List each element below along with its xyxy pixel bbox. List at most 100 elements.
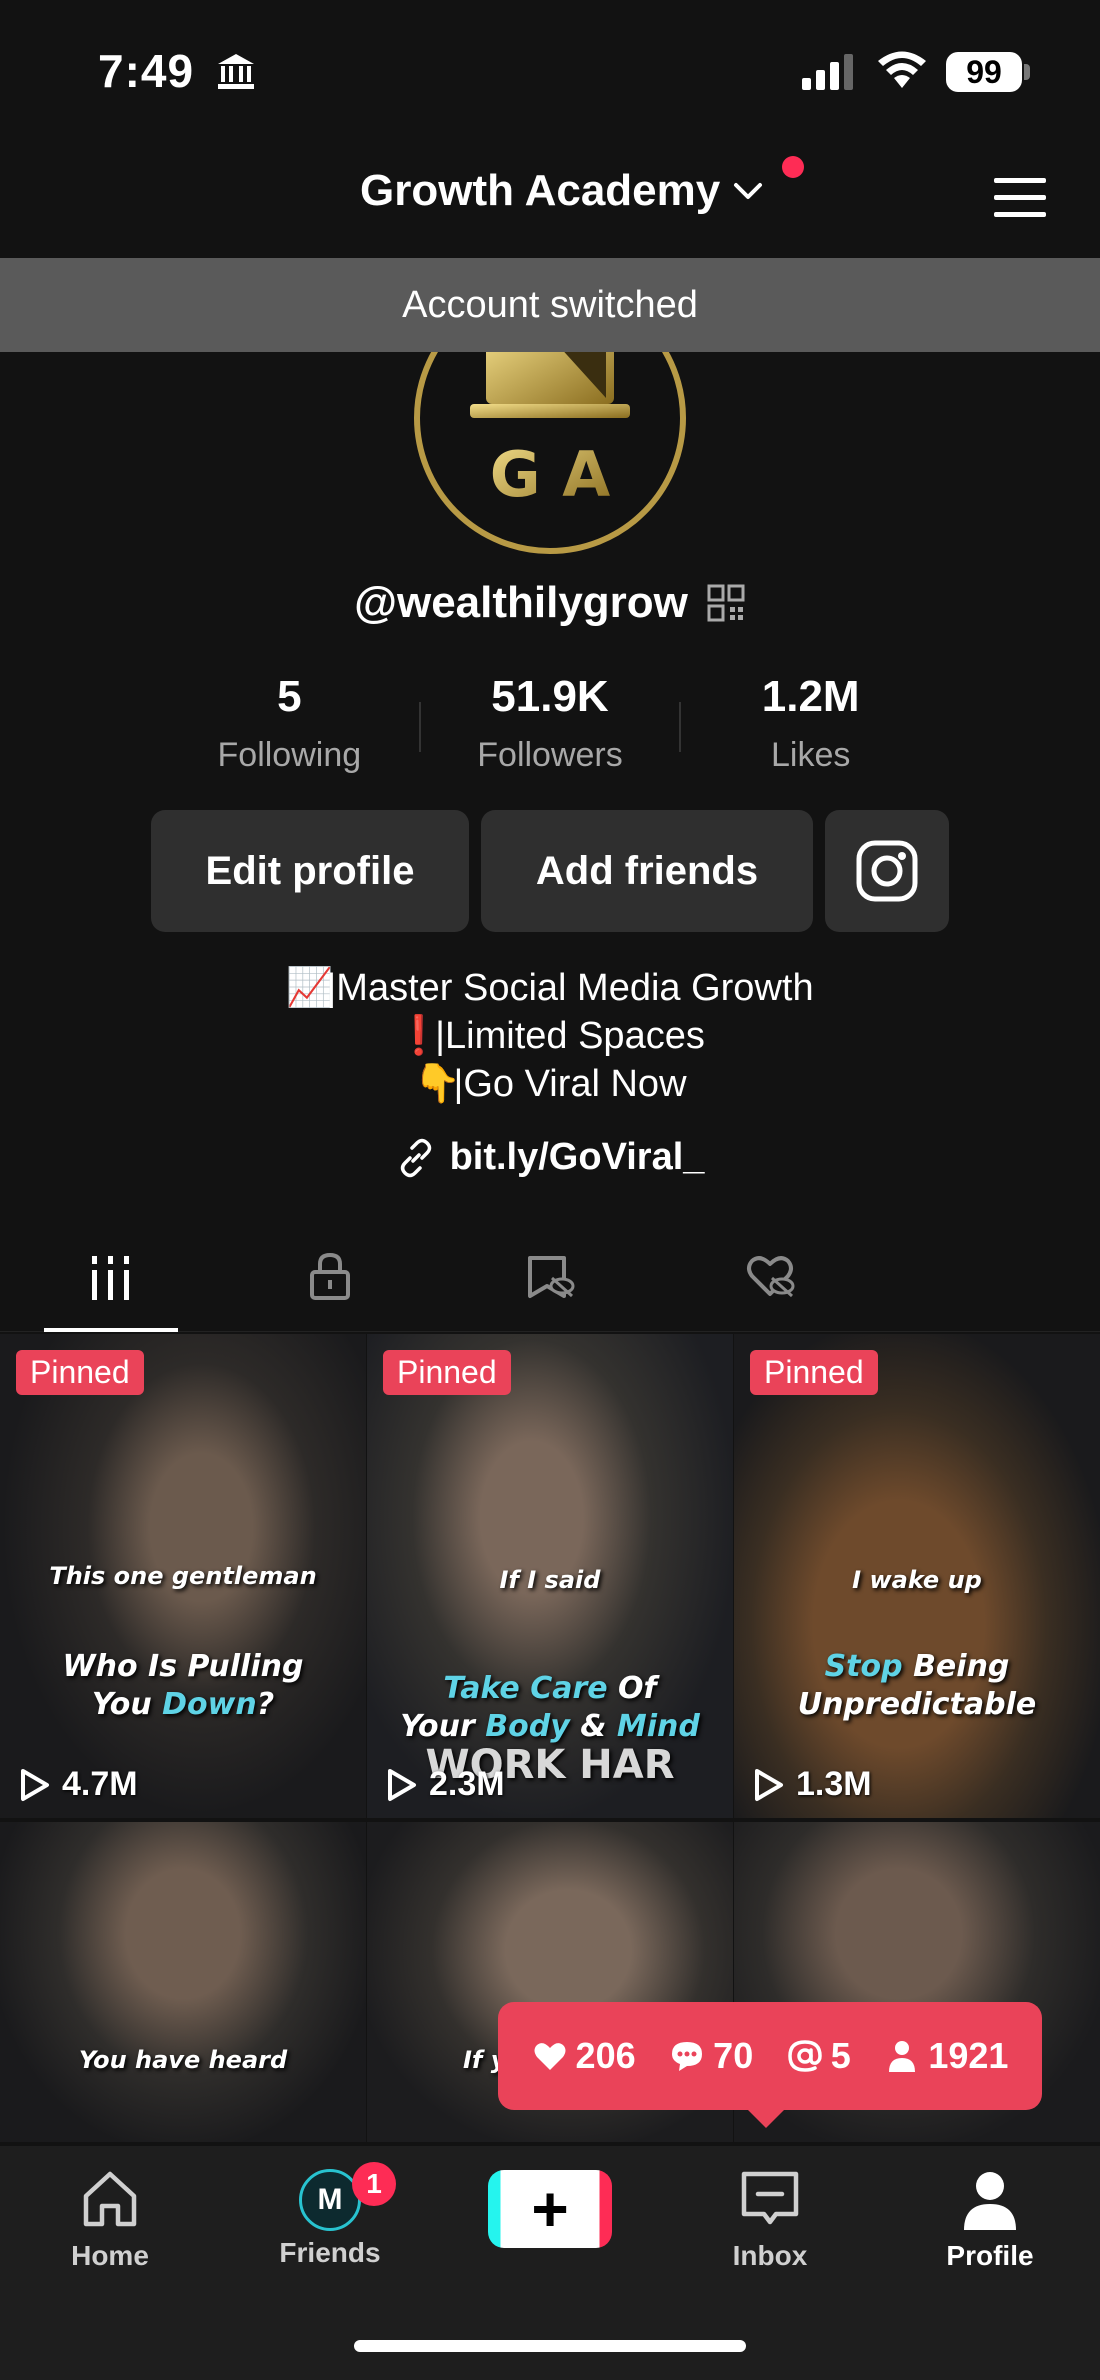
- caption-text: Unpredictable: [797, 1687, 1037, 1722]
- videos-grid-icon: [92, 1256, 129, 1300]
- view-count: 2.3M: [383, 1765, 505, 1804]
- followers-label: Followers: [477, 736, 623, 774]
- pinned-badge: Pinned: [16, 1350, 144, 1395]
- profile-stats: 5 Following 51.9K Followers 1.2M Likes: [160, 672, 940, 782]
- content-tabs: [0, 1220, 1100, 1332]
- qr-code-icon[interactable]: [706, 583, 746, 623]
- lock-icon: [310, 1252, 350, 1300]
- create-button[interactable]: +: [488, 2170, 612, 2248]
- nav-friends[interactable]: M 1 Friends: [250, 2162, 410, 2269]
- activity-comments: 70: [669, 2035, 753, 2077]
- view-count-text: 1.3M: [796, 1765, 872, 1803]
- bio-line: ❗|Limited Spaces: [0, 1012, 1100, 1060]
- bio-link[interactable]: bit.ly/GoViral_: [0, 1136, 1100, 1179]
- stat-followers[interactable]: 51.9K Followers: [421, 672, 680, 782]
- caption-accent: Mind: [616, 1709, 700, 1744]
- add-friends-button[interactable]: Add friends: [481, 810, 813, 932]
- profile-header: Growth Academy: [0, 150, 1100, 260]
- caption-accent: Stop: [824, 1649, 903, 1684]
- video-thumbnail[interactable]: Pinned This one gentleman Who Is Pulling…: [0, 1334, 366, 1818]
- video-still: [0, 1822, 366, 2142]
- instagram-icon: [856, 840, 918, 902]
- status-bar: 7:49 99: [0, 0, 1100, 140]
- edit-profile-button[interactable]: Edit profile: [151, 810, 469, 932]
- notification-dot: [782, 156, 804, 178]
- logo-text: G A: [490, 438, 610, 511]
- exclamation-icon: ❗: [395, 1015, 443, 1057]
- bio-text: |Master Social Media Growth: [326, 967, 814, 1009]
- bio-line: 👇|Go Viral Now: [0, 1060, 1100, 1108]
- bio-text: |Go Viral Now: [453, 1063, 687, 1105]
- video-caption: If I said: [499, 1566, 601, 1594]
- caption-text: You: [91, 1687, 163, 1722]
- nav-inbox[interactable]: Inbox: [690, 2166, 850, 2272]
- video-caption-main: Take Care Of Your Body & Mind: [367, 1670, 733, 1746]
- pointing-down-icon: 👇: [413, 1063, 461, 1105]
- nav-home-label: Home: [71, 2240, 149, 2271]
- activity-followers: 1921: [884, 2035, 1008, 2077]
- caption-text: Your: [400, 1709, 486, 1744]
- bio-line: 📈|Master Social Media Growth: [0, 964, 1100, 1012]
- video-caption-main: Who Is Pulling You Down?: [0, 1648, 366, 1724]
- pinned-badge: Pinned: [750, 1350, 878, 1395]
- link-icon: [400, 1138, 431, 1177]
- menu-icon[interactable]: [992, 174, 1048, 222]
- following-count: 5: [277, 672, 302, 721]
- signal-icon: [802, 54, 853, 90]
- stat-likes[interactable]: 1.2M Likes: [681, 672, 940, 782]
- activity-summary-bubble[interactable]: 206 70 5 1921: [498, 2002, 1042, 2128]
- username: @wealthilygrow: [354, 578, 688, 627]
- play-icon: [21, 1768, 49, 1801]
- caption-accent: Body: [485, 1709, 570, 1744]
- profile-icon: [964, 2172, 1016, 2230]
- video-thumbnail[interactable]: Pinned If I said Take Care Of Your Body …: [367, 1334, 733, 1818]
- nav-profile-label: Profile: [946, 2240, 1034, 2271]
- friends-notification-badge: 1: [352, 2162, 396, 2206]
- nav-inbox-label: Inbox: [732, 2240, 808, 2271]
- home-indicator: [354, 2340, 746, 2352]
- heart-icon: [534, 2043, 566, 2070]
- following-label: Following: [217, 736, 362, 774]
- stat-following[interactable]: 5 Following: [160, 672, 419, 782]
- chart-increasing-icon: 📈: [286, 967, 334, 1009]
- pinned-badge: Pinned: [383, 1350, 511, 1395]
- play-icon: [755, 1768, 783, 1801]
- tab-videos[interactable]: [0, 1220, 220, 1332]
- nav-home[interactable]: Home: [30, 2166, 190, 2272]
- likes-label: Likes: [770, 736, 851, 774]
- activity-mentions: 5: [787, 2035, 851, 2077]
- play-icon: [388, 1768, 416, 1801]
- video-caption: I wake up: [852, 1566, 982, 1594]
- activity-likes: 206: [532, 2035, 636, 2077]
- account-switcher[interactable]: Growth Academy: [360, 166, 768, 216]
- caption-text: Who Is Pulling: [62, 1649, 304, 1684]
- chevron-down-icon: [734, 183, 763, 199]
- instagram-button[interactable]: [825, 810, 949, 932]
- saved-hidden-icon: [528, 1256, 575, 1298]
- video-thumbnail[interactable]: You have heard: [0, 1822, 366, 2142]
- tab-saved[interactable]: [440, 1220, 660, 1332]
- followers-activity-count: 1921: [928, 2035, 1009, 2076]
- profile-actions: Edit profile Add friends: [151, 810, 949, 932]
- nav-friends-label: Friends: [279, 2237, 381, 2268]
- tab-private[interactable]: [220, 1220, 440, 1332]
- battery-nub: [1024, 64, 1030, 80]
- nav-profile[interactable]: Profile: [910, 2166, 1070, 2272]
- video-caption-main: Stop Being Unpredictable: [734, 1648, 1100, 1724]
- caption-text: Of: [607, 1671, 657, 1706]
- video-caption: You have heard: [78, 2046, 288, 2074]
- caption-accent: Down: [162, 1687, 257, 1722]
- view-count-text: 4.7M: [62, 1765, 138, 1803]
- bio-link-text: bit.ly/GoViral_: [449, 1136, 705, 1178]
- battery-indicator: 99: [946, 52, 1022, 92]
- bank-icon: [218, 54, 254, 89]
- wifi-icon: [878, 51, 926, 88]
- person-icon: [889, 2041, 916, 2072]
- video-thumbnail[interactable]: Pinned I wake up Stop Being Unpredictabl…: [734, 1334, 1100, 1818]
- tab-liked[interactable]: [660, 1220, 880, 1332]
- likes-activity-count: 206: [575, 2035, 636, 2076]
- bio-text: |Limited Spaces: [435, 1015, 705, 1057]
- likes-count: 1.2M: [761, 672, 860, 721]
- inbox-icon: [741, 2171, 799, 2225]
- caption-text: Being: [902, 1649, 1010, 1684]
